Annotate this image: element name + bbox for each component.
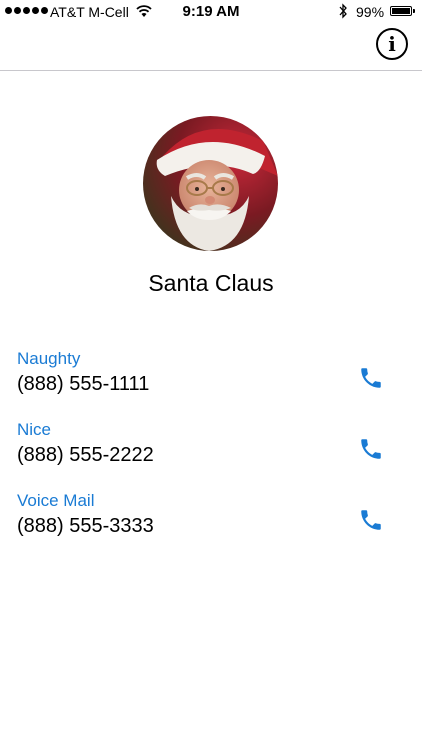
phone-label: Nice	[17, 420, 52, 439]
santa-photo	[143, 116, 278, 251]
battery-icon	[390, 6, 412, 16]
phone-row-voice-mail[interactable]: Voice Mail (888) 555-3333	[0, 491, 422, 551]
info-button[interactable]: i	[376, 28, 408, 60]
phone-number: (888) 555-3333	[17, 515, 154, 537]
phone-number: (888) 555-2222	[17, 444, 154, 466]
phone-row-naughty[interactable]: Naughty (888) 555-1111	[0, 349, 422, 409]
bluetooth-icon	[339, 3, 347, 19]
battery-cap	[413, 9, 415, 13]
phone-label: Voice Mail	[17, 491, 95, 510]
contact-avatar	[143, 116, 278, 251]
phone-label: Naughty	[17, 349, 81, 368]
phone-icon[interactable]	[358, 436, 384, 462]
phone-icon[interactable]	[358, 365, 384, 391]
contact-name: Santa Claus	[148, 270, 274, 296]
phone-icon[interactable]	[358, 507, 384, 533]
status-bar: AT&T M-Cell 9:19 AM 99%	[0, 0, 422, 24]
phone-number: (888) 555-1111	[17, 373, 150, 395]
battery-percent: 99%	[356, 4, 385, 20]
navigation-bar: i	[0, 24, 422, 71]
phone-row-nice[interactable]: Nice (888) 555-2222	[0, 420, 422, 480]
contact-screen: AT&T M-Cell 9:19 AM 99% i Santa Claus Na…	[0, 0, 422, 750]
info-icon: i	[388, 32, 396, 56]
